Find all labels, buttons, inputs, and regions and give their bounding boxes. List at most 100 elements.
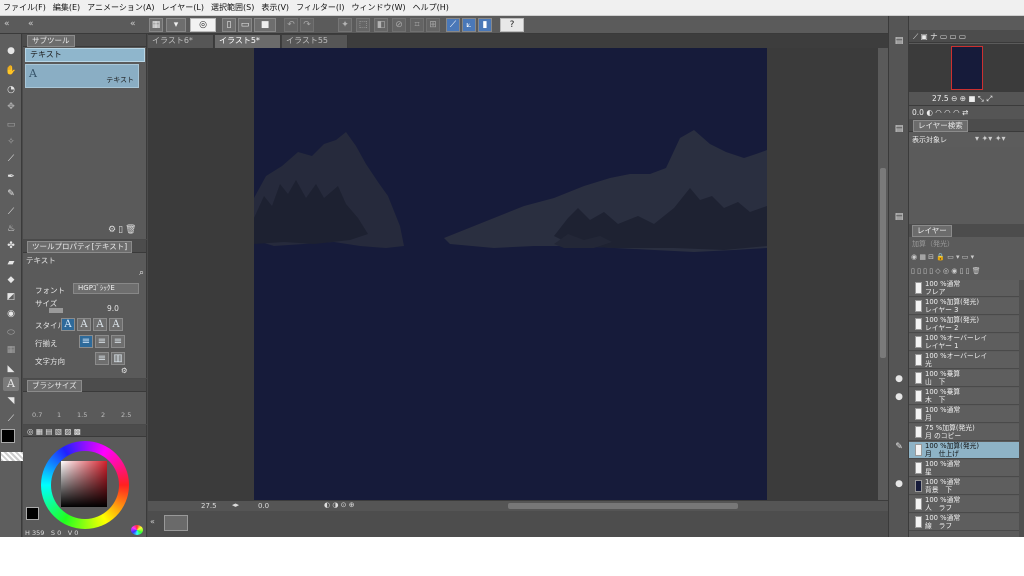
selection-tool-icon[interactable]: ▭ [3, 118, 19, 132]
menu-show-icon[interactable]: ▾ [166, 18, 186, 32]
layer-row[interactable]: 100 %通常 背景 下 [909, 478, 1019, 495]
subtool-item[interactable]: A テキスト [25, 64, 139, 88]
layer-tab[interactable]: レイヤー [912, 225, 952, 237]
ruler-snap-icon[interactable]: ⟋ [446, 18, 460, 32]
new-file-icon[interactable]: ▯ [222, 18, 236, 32]
pen-edit-icon[interactable]: ✎ [891, 440, 907, 454]
balloon-tool-icon[interactable]: ◥ [3, 394, 19, 408]
layer-row[interactable]: 100 %通常 フレア [909, 280, 1019, 297]
layer-search-filter[interactable]: 表示対象レ [912, 135, 947, 145]
canvas-viewport[interactable] [148, 48, 878, 500]
style-bold-button[interactable]: A [61, 318, 75, 331]
menu-file[interactable]: ファイル(F) [3, 0, 46, 16]
menu-help[interactable]: ヘルプ(H) [413, 0, 449, 16]
transform-icon[interactable]: ⬚ [356, 18, 370, 32]
gradient-tool-icon[interactable]: ◩ [3, 290, 19, 304]
grid-snap-icon[interactable]: ▮ [478, 18, 492, 32]
tab-illust5[interactable]: イラスト5* [215, 35, 281, 48]
menu-layer[interactable]: レイヤー(L) [162, 0, 204, 16]
zoom-value[interactable]: 27.5 [201, 501, 217, 511]
artwork-canvas[interactable] [254, 48, 767, 500]
operation-tool-icon[interactable]: ◔ [3, 83, 19, 97]
invert-selection-icon[interactable]: ⊞ [426, 18, 440, 32]
brush-tool-icon[interactable]: ⟋ [3, 205, 19, 219]
menu-window[interactable]: ウィンドウ(W) [352, 0, 406, 16]
frame-tool-icon[interactable]: ▦ [3, 343, 19, 357]
style-strike-button[interactable]: A [109, 318, 123, 331]
sub-color-swatch[interactable] [26, 507, 39, 520]
style-underline-button[interactable]: A [93, 318, 107, 331]
layer-row[interactable]: 100 %通常星 [909, 460, 1019, 477]
collapse-left-icon[interactable]: « [4, 19, 10, 29]
blend-tool-icon[interactable]: ◆ [3, 273, 19, 287]
brush-size-option[interactable]: 1 [57, 411, 61, 419]
transparent-color-swatch[interactable] [1, 452, 23, 461]
auto-select-tool-icon[interactable]: ✧ [3, 135, 19, 149]
collapse-icon[interactable]: « [150, 517, 155, 526]
zoom-out-icon[interactable]: ⊖ ⊕ ■ ⤡ ⤢ [951, 94, 992, 103]
collapse-left-icon[interactable]: « [130, 19, 136, 29]
direction-vertical-button[interactable]: ▥ [111, 352, 125, 365]
eraser-tool-icon[interactable]: ▰ [3, 256, 19, 270]
font-select[interactable]: HGPｺﾞｼｯｸE [73, 283, 139, 294]
layer-row[interactable]: 75 %加算(発光) 月 のコピー [909, 424, 1019, 441]
deselect-icon[interactable]: ⊘ [392, 18, 406, 32]
brush-size-option[interactable]: 0.7 [32, 411, 42, 419]
style-italic-button[interactable]: A [77, 318, 91, 331]
layer-row[interactable]: 100 %オーバーレイ光 [909, 352, 1019, 369]
tab-illust55[interactable]: イラスト55 [282, 35, 348, 48]
vertical-scrollbar[interactable] [878, 48, 888, 500]
fill-tool-icon[interactable]: ◉ [3, 307, 19, 321]
eyedropper-tool-icon[interactable]: ⟋ [3, 152, 19, 166]
cloud-sync-icon[interactable]: ◎ [190, 18, 216, 32]
thumbnail-icon[interactable] [164, 515, 188, 531]
color-wheel-tab-icon[interactable]: ◎ ▦ ▤ ▧ ▨ ▩ [27, 427, 81, 436]
figure-tool-icon[interactable]: ⬭ [3, 326, 19, 340]
brush-size-option[interactable]: 2.5 [121, 411, 131, 419]
subtool-tab[interactable]: サブツール [27, 35, 75, 47]
navigator-zoom-value[interactable]: 27.5 [932, 94, 949, 103]
open-folder-icon[interactable]: ▭ [238, 18, 252, 32]
brush-size-option[interactable]: 1.5 [77, 411, 87, 419]
grid-view-icon[interactable]: ▦ [149, 18, 163, 32]
layer-toolbar-row2[interactable]: ▯ ▯ ▯ ▯ ◇ ◎ ◉ ▯ ▯ 🗑 [911, 267, 1023, 277]
layer-row[interactable]: 100 %加算(発光) 月 仕上げ [909, 442, 1019, 459]
subtool-settings-icon[interactable]: ⚙ [108, 225, 118, 235]
horizontal-scrollbar[interactable] [508, 503, 738, 509]
align-right-button[interactable]: ≡ [111, 335, 125, 348]
clear-icon[interactable]: ✦ [338, 18, 352, 32]
rotate-buttons-icon[interactable]: ◐ ◑ ⊙ ⊕ [324, 501, 355, 509]
rotate-icons[interactable]: ◐ ◠ ◠ ◠ ⇄ [926, 108, 968, 117]
blend-mode-select[interactable]: 加算（発光） [909, 239, 1024, 250]
saturation-value-square[interactable] [61, 461, 107, 507]
menu-edit[interactable]: 編集(E) [53, 0, 80, 16]
layer-row[interactable]: 100 %加算(発光) レイヤー 3 [909, 298, 1019, 315]
layer-list-scrollbar[interactable] [1019, 280, 1024, 537]
size-slider[interactable] [49, 308, 63, 313]
vertical-scroll-thumb[interactable] [880, 168, 886, 358]
layer-row[interactable]: 100 %乗算木 下 [909, 388, 1019, 405]
hue-ring[interactable] [41, 441, 129, 529]
zoom-tool-icon[interactable]: ● [3, 44, 19, 58]
crop-icon[interactable]: ⌗ [410, 18, 424, 32]
eye-icon[interactable]: ● [891, 477, 907, 491]
layer-row[interactable]: 100 %オーバーレイ レイヤー 1 [909, 334, 1019, 351]
menu-selection[interactable]: 選択範囲(S) [211, 0, 254, 16]
redo-icon[interactable]: ↷ [300, 18, 314, 32]
tool-property-settings-icon[interactable]: ⚙ [121, 366, 128, 375]
align-left-button[interactable]: ≡ [79, 335, 93, 348]
color-mode-icon[interactable] [131, 525, 143, 535]
layer-search-tab[interactable]: レイヤー検索 [913, 120, 968, 132]
special-ruler-icon[interactable]: ⟀ [462, 18, 476, 32]
align-center-button[interactable]: ≡ [95, 335, 109, 348]
zoom-stepper-icon[interactable]: ◂▸ [232, 501, 239, 509]
delete-subtool-icon[interactable]: 🗑 [125, 225, 138, 235]
layer-row[interactable]: 100 %通常月 [909, 406, 1019, 423]
menu-view[interactable]: 表示(V) [261, 0, 289, 16]
collapse-left-icon[interactable]: « [28, 19, 34, 29]
panel-icon[interactable]: ▤ [891, 34, 907, 48]
menu-filter[interactable]: フィルター(I) [296, 0, 344, 16]
layer-row[interactable]: 100 %通常人 ラフ [909, 496, 1019, 513]
eye-icon[interactable]: ● [891, 372, 907, 386]
decoration-tool-icon[interactable]: ✤ [3, 239, 19, 253]
